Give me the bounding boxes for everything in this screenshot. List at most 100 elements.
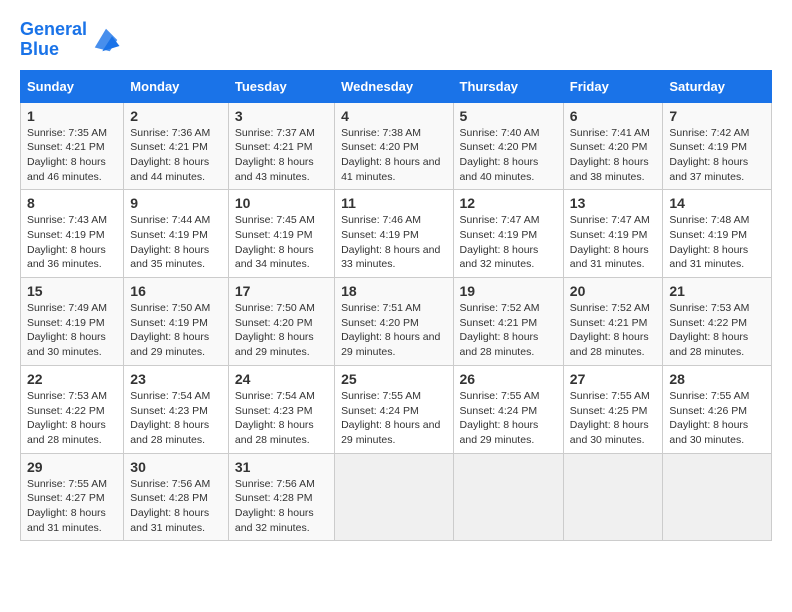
calendar-week-row: 1 Sunrise: 7:35 AMSunset: 4:21 PMDayligh… — [21, 102, 772, 190]
calendar-cell: 29 Sunrise: 7:55 AMSunset: 4:27 PMDaylig… — [21, 453, 124, 541]
calendar-cell: 12 Sunrise: 7:47 AMSunset: 4:19 PMDaylig… — [453, 190, 563, 278]
logo-subtext: Blue — [20, 40, 87, 60]
logo: General Blue — [20, 20, 121, 60]
calendar-cell — [335, 453, 453, 541]
day-detail: Sunrise: 7:53 AMSunset: 4:22 PMDaylight:… — [669, 301, 765, 360]
day-number: 22 — [27, 371, 117, 387]
day-detail: Sunrise: 7:37 AMSunset: 4:21 PMDaylight:… — [235, 126, 328, 185]
day-detail: Sunrise: 7:40 AMSunset: 4:20 PMDaylight:… — [460, 126, 557, 185]
day-detail: Sunrise: 7:51 AMSunset: 4:20 PMDaylight:… — [341, 301, 446, 360]
day-detail: Sunrise: 7:55 AMSunset: 4:27 PMDaylight:… — [27, 477, 117, 536]
day-detail: Sunrise: 7:44 AMSunset: 4:19 PMDaylight:… — [130, 213, 222, 272]
day-detail: Sunrise: 7:41 AMSunset: 4:20 PMDaylight:… — [570, 126, 657, 185]
day-detail: Sunrise: 7:55 AMSunset: 4:25 PMDaylight:… — [570, 389, 657, 448]
header-tuesday: Tuesday — [228, 70, 334, 102]
day-number: 17 — [235, 283, 328, 299]
calendar-cell: 30 Sunrise: 7:56 AMSunset: 4:28 PMDaylig… — [124, 453, 229, 541]
day-detail: Sunrise: 7:50 AMSunset: 4:20 PMDaylight:… — [235, 301, 328, 360]
calendar-cell: 5 Sunrise: 7:40 AMSunset: 4:20 PMDayligh… — [453, 102, 563, 190]
calendar-cell: 7 Sunrise: 7:42 AMSunset: 4:19 PMDayligh… — [663, 102, 772, 190]
day-detail: Sunrise: 7:35 AMSunset: 4:21 PMDaylight:… — [27, 126, 117, 185]
calendar-cell: 20 Sunrise: 7:52 AMSunset: 4:21 PMDaylig… — [563, 278, 663, 366]
calendar-cell: 13 Sunrise: 7:47 AMSunset: 4:19 PMDaylig… — [563, 190, 663, 278]
day-number: 7 — [669, 108, 765, 124]
day-number: 27 — [570, 371, 657, 387]
calendar-cell: 24 Sunrise: 7:54 AMSunset: 4:23 PMDaylig… — [228, 365, 334, 453]
day-detail: Sunrise: 7:38 AMSunset: 4:20 PMDaylight:… — [341, 126, 446, 185]
day-detail: Sunrise: 7:55 AMSunset: 4:26 PMDaylight:… — [669, 389, 765, 448]
day-number: 24 — [235, 371, 328, 387]
calendar-cell: 23 Sunrise: 7:54 AMSunset: 4:23 PMDaylig… — [124, 365, 229, 453]
day-number: 23 — [130, 371, 222, 387]
day-detail: Sunrise: 7:52 AMSunset: 4:21 PMDaylight:… — [570, 301, 657, 360]
calendar-cell: 18 Sunrise: 7:51 AMSunset: 4:20 PMDaylig… — [335, 278, 453, 366]
calendar-week-row: 15 Sunrise: 7:49 AMSunset: 4:19 PMDaylig… — [21, 278, 772, 366]
logo-icon — [91, 25, 121, 55]
day-detail: Sunrise: 7:42 AMSunset: 4:19 PMDaylight:… — [669, 126, 765, 185]
calendar-cell: 26 Sunrise: 7:55 AMSunset: 4:24 PMDaylig… — [453, 365, 563, 453]
calendar-cell: 4 Sunrise: 7:38 AMSunset: 4:20 PMDayligh… — [335, 102, 453, 190]
day-number: 26 — [460, 371, 557, 387]
calendar-cell: 11 Sunrise: 7:46 AMSunset: 4:19 PMDaylig… — [335, 190, 453, 278]
day-detail: Sunrise: 7:56 AMSunset: 4:28 PMDaylight:… — [235, 477, 328, 536]
day-detail: Sunrise: 7:47 AMSunset: 4:19 PMDaylight:… — [570, 213, 657, 272]
calendar-cell: 1 Sunrise: 7:35 AMSunset: 4:21 PMDayligh… — [21, 102, 124, 190]
day-number: 21 — [669, 283, 765, 299]
day-number: 31 — [235, 459, 328, 475]
calendar-cell: 28 Sunrise: 7:55 AMSunset: 4:26 PMDaylig… — [663, 365, 772, 453]
calendar-week-row: 8 Sunrise: 7:43 AMSunset: 4:19 PMDayligh… — [21, 190, 772, 278]
day-number: 13 — [570, 195, 657, 211]
day-number: 8 — [27, 195, 117, 211]
calendar-cell: 17 Sunrise: 7:50 AMSunset: 4:20 PMDaylig… — [228, 278, 334, 366]
day-number: 19 — [460, 283, 557, 299]
day-detail: Sunrise: 7:56 AMSunset: 4:28 PMDaylight:… — [130, 477, 222, 536]
day-detail: Sunrise: 7:52 AMSunset: 4:21 PMDaylight:… — [460, 301, 557, 360]
calendar-cell: 21 Sunrise: 7:53 AMSunset: 4:22 PMDaylig… — [663, 278, 772, 366]
calendar-header-row: SundayMondayTuesdayWednesdayThursdayFrid… — [21, 70, 772, 102]
day-detail: Sunrise: 7:46 AMSunset: 4:19 PMDaylight:… — [341, 213, 446, 272]
header-wednesday: Wednesday — [335, 70, 453, 102]
day-number: 14 — [669, 195, 765, 211]
calendar-cell: 15 Sunrise: 7:49 AMSunset: 4:19 PMDaylig… — [21, 278, 124, 366]
day-detail: Sunrise: 7:54 AMSunset: 4:23 PMDaylight:… — [235, 389, 328, 448]
calendar-week-row: 22 Sunrise: 7:53 AMSunset: 4:22 PMDaylig… — [21, 365, 772, 453]
header-thursday: Thursday — [453, 70, 563, 102]
day-number: 6 — [570, 108, 657, 124]
calendar-cell — [663, 453, 772, 541]
calendar-cell: 14 Sunrise: 7:48 AMSunset: 4:19 PMDaylig… — [663, 190, 772, 278]
calendar-cell: 31 Sunrise: 7:56 AMSunset: 4:28 PMDaylig… — [228, 453, 334, 541]
day-number: 11 — [341, 195, 446, 211]
day-number: 20 — [570, 283, 657, 299]
day-number: 5 — [460, 108, 557, 124]
day-number: 1 — [27, 108, 117, 124]
day-number: 12 — [460, 195, 557, 211]
logo-text: General — [20, 20, 87, 40]
day-detail: Sunrise: 7:49 AMSunset: 4:19 PMDaylight:… — [27, 301, 117, 360]
calendar-cell: 8 Sunrise: 7:43 AMSunset: 4:19 PMDayligh… — [21, 190, 124, 278]
calendar-cell — [453, 453, 563, 541]
day-detail: Sunrise: 7:55 AMSunset: 4:24 PMDaylight:… — [460, 389, 557, 448]
day-number: 2 — [130, 108, 222, 124]
day-number: 29 — [27, 459, 117, 475]
day-detail: Sunrise: 7:43 AMSunset: 4:19 PMDaylight:… — [27, 213, 117, 272]
calendar-cell: 2 Sunrise: 7:36 AMSunset: 4:21 PMDayligh… — [124, 102, 229, 190]
day-detail: Sunrise: 7:54 AMSunset: 4:23 PMDaylight:… — [130, 389, 222, 448]
header-saturday: Saturday — [663, 70, 772, 102]
day-detail: Sunrise: 7:55 AMSunset: 4:24 PMDaylight:… — [341, 389, 446, 448]
day-number: 9 — [130, 195, 222, 211]
calendar-cell — [563, 453, 663, 541]
header-sunday: Sunday — [21, 70, 124, 102]
day-number: 30 — [130, 459, 222, 475]
day-detail: Sunrise: 7:53 AMSunset: 4:22 PMDaylight:… — [27, 389, 117, 448]
calendar-cell: 6 Sunrise: 7:41 AMSunset: 4:20 PMDayligh… — [563, 102, 663, 190]
day-number: 10 — [235, 195, 328, 211]
day-number: 3 — [235, 108, 328, 124]
header-monday: Monday — [124, 70, 229, 102]
calendar-cell: 27 Sunrise: 7:55 AMSunset: 4:25 PMDaylig… — [563, 365, 663, 453]
day-detail: Sunrise: 7:45 AMSunset: 4:19 PMDaylight:… — [235, 213, 328, 272]
calendar-cell: 10 Sunrise: 7:45 AMSunset: 4:19 PMDaylig… — [228, 190, 334, 278]
calendar-table: SundayMondayTuesdayWednesdayThursdayFrid… — [20, 70, 772, 542]
day-detail: Sunrise: 7:47 AMSunset: 4:19 PMDaylight:… — [460, 213, 557, 272]
day-number: 16 — [130, 283, 222, 299]
day-detail: Sunrise: 7:36 AMSunset: 4:21 PMDaylight:… — [130, 126, 222, 185]
